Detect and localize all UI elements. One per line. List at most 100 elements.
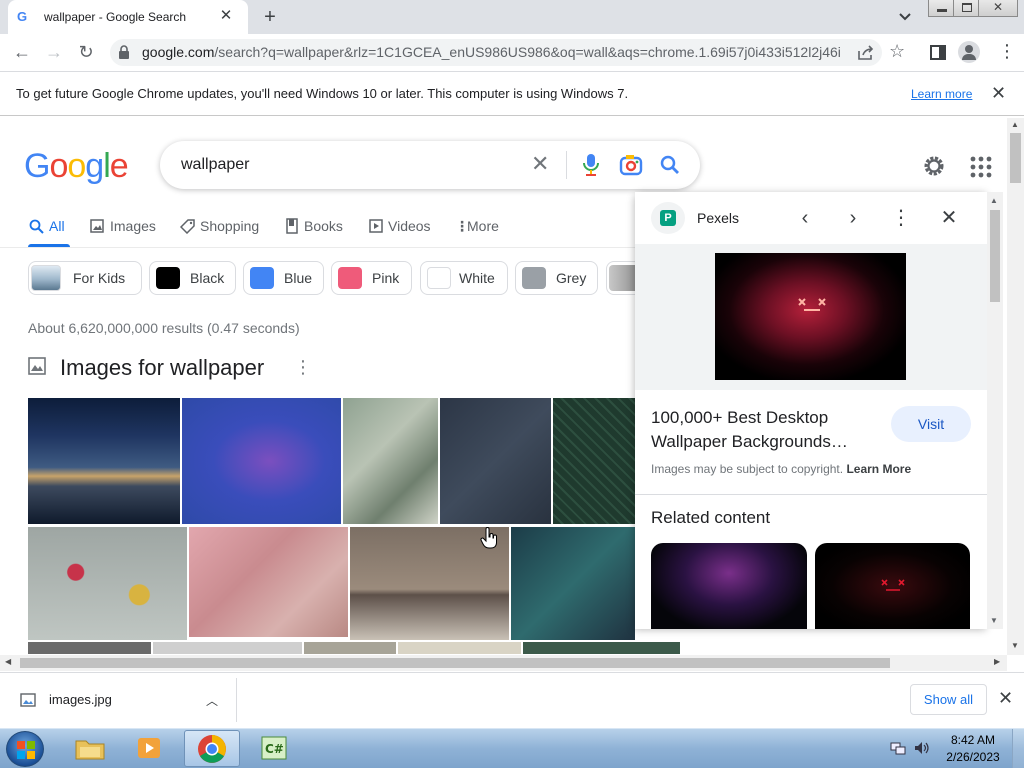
chrome-icon	[198, 735, 226, 763]
image-result-geometric-wall[interactable]	[440, 398, 551, 524]
tab-videos[interactable]: Videos	[388, 218, 431, 234]
preview-title[interactable]: 100,000+ Best Desktop Wallpaper Backgrou…	[651, 406, 881, 454]
image-result-pink-garden[interactable]	[189, 527, 348, 637]
taskbar-explorer[interactable]	[62, 730, 118, 767]
tab-images[interactable]: Images	[110, 218, 156, 234]
image-result-row3-4[interactable]	[398, 642, 521, 654]
kebab-menu-icon[interactable]: ⋮	[998, 41, 1016, 61]
tag-icon	[180, 219, 195, 234]
panel-more-icon[interactable]: ⋮	[889, 206, 913, 230]
panel-scroll-thumb[interactable]	[990, 210, 1000, 302]
network-icon[interactable]	[890, 740, 906, 756]
start-button[interactable]	[6, 731, 44, 767]
share-icon[interactable]	[857, 45, 875, 61]
image-result-row3-2[interactable]	[153, 642, 302, 654]
volume-icon[interactable]	[914, 741, 930, 755]
tab-all[interactable]: All	[49, 218, 65, 234]
image-result-row3-1[interactable]	[28, 642, 151, 654]
scroll-up-icon[interactable]: ▲	[1011, 120, 1019, 129]
red-neon-eyes	[881, 579, 905, 591]
minimize-button[interactable]	[928, 0, 954, 17]
lens-camera-icon[interactable]	[619, 154, 643, 176]
download-filename[interactable]: images.jpg	[49, 692, 112, 707]
show-all-button[interactable]: Show all	[910, 684, 987, 715]
profile-icon[interactable]	[958, 41, 980, 63]
taskbar-csharp[interactable]: C#	[246, 730, 302, 767]
chip-label: Grey	[556, 270, 587, 286]
forward-icon[interactable]: →	[42, 40, 66, 64]
image-result-floral-grey[interactable]	[28, 527, 187, 640]
image-result-row3-5[interactable]	[523, 642, 680, 654]
previous-icon[interactable]: ‹	[793, 206, 817, 230]
infobar-learn-more-link[interactable]: Learn more	[911, 87, 972, 101]
tab-more[interactable]: More	[467, 218, 499, 234]
taskbar-media-player[interactable]	[122, 730, 178, 767]
image-result-green-pattern[interactable]	[553, 398, 635, 524]
scroll-right-icon[interactable]: ▶	[994, 657, 1000, 666]
google-apps-icon[interactable]	[970, 156, 992, 178]
search-icon[interactable]	[660, 155, 680, 175]
visit-button[interactable]: Visit	[891, 406, 971, 442]
infobar-close-icon[interactable]: ✕	[991, 83, 1006, 104]
page-horizontal-scroll-thumb[interactable]	[20, 658, 890, 668]
book-icon	[286, 218, 298, 234]
scroll-down-icon[interactable]: ▼	[1011, 641, 1019, 650]
clear-search-icon[interactable]: ✕	[531, 152, 549, 176]
lock-icon[interactable]	[118, 45, 130, 59]
related-image-1[interactable]	[651, 543, 807, 629]
infobar-message: To get future Google Chrome updates, you…	[16, 86, 629, 101]
chip-grey[interactable]: Grey	[515, 261, 598, 295]
reload-icon[interactable]: ↻	[74, 40, 98, 64]
sidebar-icon[interactable]	[930, 45, 946, 60]
chip-black[interactable]: Black	[149, 261, 236, 295]
search-small-icon	[29, 219, 44, 234]
back-icon[interactable]: ←	[10, 40, 34, 64]
show-desktop-button[interactable]	[1012, 729, 1024, 768]
related-image-2[interactable]	[815, 543, 970, 629]
taskbar-chrome[interactable]	[184, 730, 240, 767]
star-icon[interactable]: ☆	[889, 41, 905, 62]
restore-button[interactable]	[953, 0, 979, 17]
page-vertical-scroll-thumb[interactable]	[1010, 133, 1021, 183]
download-bar-close-icon[interactable]: ✕	[998, 688, 1013, 709]
copyright-learn-more[interactable]: Learn More	[846, 462, 911, 476]
page-vertical-scrollbar[interactable]	[1007, 118, 1024, 655]
chip-pink[interactable]: Pink	[331, 261, 412, 295]
preview-image[interactable]	[715, 253, 906, 380]
next-icon[interactable]: ›	[841, 206, 865, 230]
copyright-note: Images may be subject to copyright. Lear…	[651, 462, 912, 476]
source-label[interactable]: Pexels	[697, 210, 739, 226]
image-result-purple-mask[interactable]	[182, 398, 341, 524]
tab-search-icon[interactable]	[896, 9, 914, 25]
chip-white[interactable]: White	[420, 261, 508, 295]
image-result-starry-night[interactable]	[28, 398, 180, 524]
chip-blue[interactable]: Blue	[243, 261, 324, 295]
color-swatch	[522, 267, 546, 289]
new-tab-button[interactable]: +	[259, 6, 281, 28]
settings-gear-icon[interactable]	[922, 154, 946, 178]
color-swatch	[427, 267, 451, 289]
chip-for-kids[interactable]: For Kids	[28, 261, 142, 295]
google-logo[interactable]: Google	[24, 148, 129, 184]
image-result-row3-3[interactable]	[304, 642, 396, 654]
image-result-teal-bedroom[interactable]	[511, 527, 635, 640]
url-text[interactable]: google.com/search?q=wallpaper&rlz=1C1GCE…	[142, 44, 842, 60]
images-more-icon[interactable]: ⋮	[294, 358, 312, 376]
clock-time[interactable]: 8:42 AM	[938, 733, 1008, 747]
search-input[interactable]: wallpaper	[181, 156, 249, 174]
clock-date[interactable]: 2/26/2023	[938, 750, 1008, 764]
close-window-button[interactable]: ✕	[978, 0, 1018, 17]
neon-mask-face	[798, 298, 826, 311]
panel-scroll-up-icon[interactable]: ▲	[990, 196, 998, 205]
hand-cursor-icon	[480, 527, 497, 549]
panel-scroll-down-icon[interactable]: ▼	[990, 616, 998, 625]
pexels-icon: P	[660, 210, 676, 226]
microphone-icon[interactable]	[583, 153, 599, 177]
tab-close-icon[interactable]: ✕	[218, 8, 234, 24]
scroll-left-icon[interactable]: ◀	[5, 657, 11, 666]
panel-close-icon[interactable]: ✕	[937, 206, 961, 230]
image-result-floral-room[interactable]	[343, 398, 438, 524]
download-chevron-icon[interactable]: ︿	[206, 692, 218, 709]
tab-shopping[interactable]: Shopping	[200, 218, 259, 234]
tab-books[interactable]: Books	[304, 218, 343, 234]
